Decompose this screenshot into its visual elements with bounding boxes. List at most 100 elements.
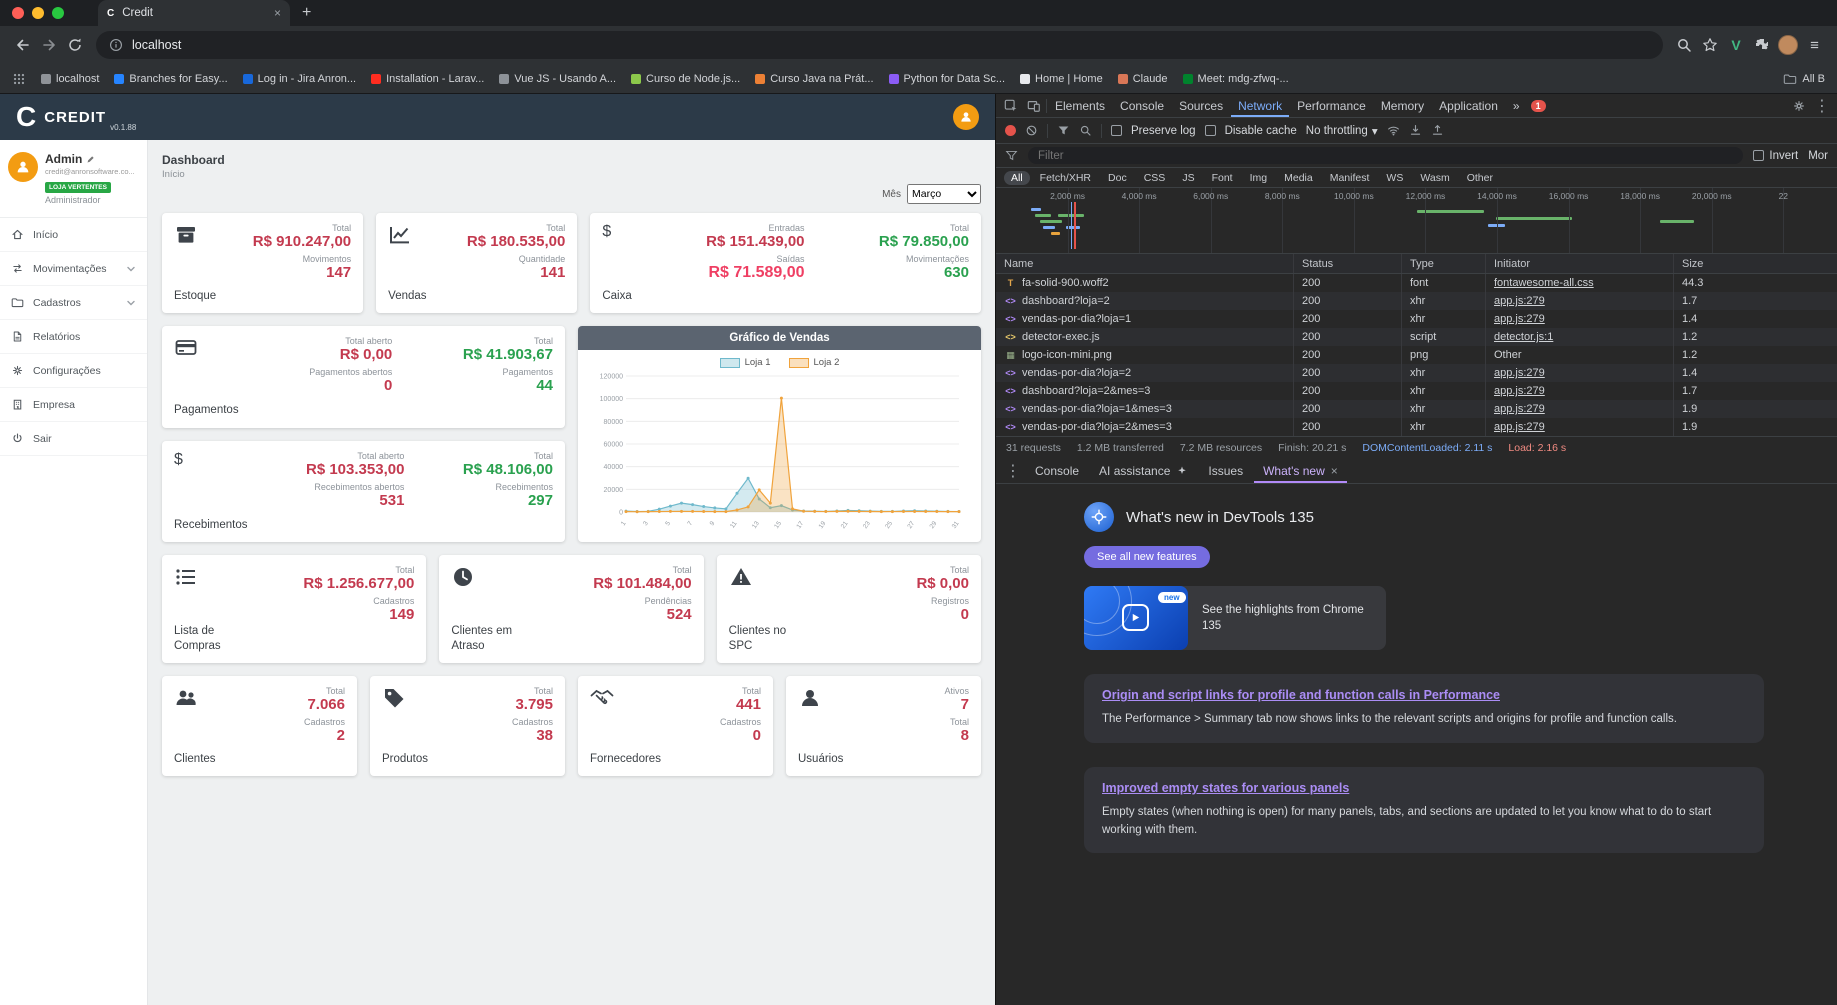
device-toolbar-icon[interactable] — [1023, 94, 1045, 117]
tab-application[interactable]: Application — [1432, 94, 1505, 117]
browser-tab[interactable]: C Credit × — [98, 0, 290, 26]
drawer-menu-icon[interactable]: ⋮ — [1002, 458, 1024, 483]
bookmark-star-icon[interactable] — [1697, 32, 1723, 58]
new-tab-button[interactable]: + — [302, 4, 311, 22]
request-row[interactable]: <> vendas-por-dia?loja=2&mes=3 200 xhr ap… — [996, 418, 1837, 436]
filter-chip-ws[interactable]: WS — [1379, 171, 1410, 185]
drawer-tab-whats-new[interactable]: What's new × — [1254, 458, 1347, 483]
filter-chip-css[interactable]: CSS — [1137, 171, 1173, 185]
column-header-status[interactable]: Status — [1294, 254, 1402, 273]
tab-console[interactable]: Console — [1113, 94, 1171, 117]
request-row[interactable]: <> detector-exec.js 200 script detector.j… — [996, 328, 1837, 346]
request-row[interactable]: <> dashboard?loja=2 200 xhr app.js:279 1.… — [996, 292, 1837, 310]
issues-count-badge[interactable]: 1 — [1530, 99, 1546, 112]
drawer-tab-ai-assistance[interactable]: AI assistance — [1090, 458, 1197, 483]
bookmark-item[interactable]: Branches for Easy... — [114, 73, 228, 85]
sidebar-item-relatorios[interactable]: Relatórios — [0, 320, 147, 354]
initiator-link[interactable]: app.js:279 — [1494, 295, 1545, 307]
export-har-icon[interactable] — [1431, 124, 1444, 137]
throttling-dropdown[interactable]: No throttling ▾ — [1306, 124, 1378, 138]
disable-cache-checkbox[interactable] — [1204, 125, 1216, 136]
highlights-card[interactable]: new See the highlights from Chrome 135 — [1084, 586, 1386, 650]
tab-memory[interactable]: Memory — [1374, 94, 1431, 117]
browser-menu-icon[interactable]: ≡ — [1801, 32, 1827, 58]
apps-grid-icon[interactable] — [12, 72, 26, 86]
legend-item[interactable]: Loja 1 — [719, 357, 771, 368]
column-header-initiator[interactable]: Initiator — [1486, 254, 1674, 273]
tab-sources[interactable]: Sources — [1172, 94, 1230, 117]
initiator-link[interactable]: app.js:279 — [1494, 313, 1545, 325]
filter-funnel-icon[interactable] — [1057, 124, 1070, 137]
bookmark-item[interactable]: Meet: mdg-zfwq-... — [1182, 73, 1289, 85]
edit-pencil-icon[interactable] — [86, 155, 95, 164]
request-row[interactable]: <> vendas-por-dia?loja=1 200 xhr app.js:2… — [996, 310, 1837, 328]
initiator-link[interactable]: fontawesome-all.css — [1494, 277, 1594, 289]
filter-chip-wasm[interactable]: Wasm — [1413, 171, 1456, 185]
column-header-type[interactable]: Type — [1402, 254, 1486, 273]
invert-checkbox[interactable] — [1753, 150, 1765, 161]
site-info-icon[interactable] — [109, 38, 123, 52]
search-network-icon[interactable] — [1079, 124, 1092, 137]
column-header-size[interactable]: Size — [1674, 254, 1837, 273]
see-all-features-button[interactable]: See all new features — [1084, 546, 1210, 568]
preserve-log-checkbox[interactable] — [1111, 125, 1122, 136]
drawer-tab-issues[interactable]: Issues — [1199, 458, 1252, 483]
more-panels-icon[interactable]: » — [1506, 94, 1527, 117]
profile-avatar[interactable] — [1775, 32, 1801, 58]
vue-devtools-extension-icon[interactable]: V — [1723, 32, 1749, 58]
inspect-element-icon[interactable] — [1000, 94, 1022, 117]
filter-chip-media[interactable]: Media — [1277, 171, 1320, 185]
initiator-link[interactable]: app.js:279 — [1494, 385, 1545, 397]
column-header-name[interactable]: Name — [996, 254, 1294, 273]
header-user-avatar[interactable] — [953, 104, 979, 130]
legend-item[interactable]: Loja 2 — [788, 357, 839, 368]
month-select[interactable]: Março — [907, 184, 981, 204]
filter-chip-font[interactable]: Font — [1205, 171, 1240, 185]
filter-chip-js[interactable]: JS — [1175, 171, 1201, 185]
close-window-button[interactable] — [12, 7, 24, 19]
bookmark-item[interactable]: Installation - Larav... — [371, 73, 484, 85]
record-network-log-button[interactable] — [1005, 125, 1016, 136]
filter-chip-img[interactable]: Img — [1243, 171, 1275, 185]
filter-chip-all[interactable]: All — [1004, 170, 1030, 185]
initiator-link[interactable]: app.js:279 — [1494, 421, 1545, 433]
request-row[interactable]: <> dashboard?loja=2&mes=3 200 xhr app.js:… — [996, 382, 1837, 400]
extensions-puzzle-icon[interactable] — [1749, 32, 1775, 58]
bookmark-item[interactable]: Python for Data Sc... — [888, 73, 1005, 85]
request-row[interactable]: <> vendas-por-dia?loja=1&mes=3 200 xhr ap… — [996, 400, 1837, 418]
filter-chip-fetch-xhr[interactable]: Fetch/XHR — [1033, 171, 1098, 185]
sidebar-item-configuracoes[interactable]: Configurações — [0, 354, 147, 388]
tab-network[interactable]: Network — [1231, 94, 1289, 117]
sidebar-item-inicio[interactable]: Início — [0, 218, 147, 252]
filter-chip-other[interactable]: Other — [1460, 171, 1500, 185]
reload-button[interactable] — [62, 32, 88, 58]
bookmark-item[interactable]: Log in - Jira Anron... — [242, 73, 356, 85]
bookmark-item[interactable]: Curso de Node.js... — [631, 73, 740, 85]
sidebar-item-movimentacoes[interactable]: Movimentações — [0, 252, 147, 286]
sidebar-item-empresa[interactable]: Empresa — [0, 388, 147, 422]
tab-performance[interactable]: Performance — [1290, 94, 1373, 117]
bookmark-item[interactable]: Vue JS - Usando A... — [499, 73, 616, 85]
initiator-link[interactable]: app.js:279 — [1494, 367, 1545, 379]
initiator-link[interactable]: detector.js:1 — [1494, 331, 1553, 343]
all-bookmarks-button[interactable]: All B — [1783, 72, 1825, 86]
sidebar-item-cadastros[interactable]: Cadastros — [0, 286, 147, 320]
network-conditions-icon[interactable] — [1387, 124, 1400, 137]
drawer-tab-console[interactable]: Console — [1026, 458, 1088, 483]
initiator-link[interactable]: app.js:279 — [1494, 403, 1545, 415]
forward-button[interactable] — [36, 32, 62, 58]
section-heading-link[interactable]: Origin and script links for profile and … — [1102, 688, 1746, 702]
tab-close-icon[interactable]: × — [274, 6, 281, 20]
invert-filter[interactable]: Invert — [1753, 150, 1798, 162]
section-heading-link[interactable]: Improved empty states for various panels — [1102, 781, 1746, 795]
play-icon[interactable] — [1122, 604, 1149, 631]
back-button[interactable] — [10, 32, 36, 58]
request-row[interactable]: ▦ logo-icon-mini.png 200 png Other 1.2 — [996, 346, 1837, 364]
import-har-icon[interactable] — [1409, 124, 1422, 137]
close-drawer-tab-icon[interactable]: × — [1331, 464, 1338, 478]
bookmark-item[interactable]: Home | Home — [1020, 73, 1103, 85]
minimize-window-button[interactable] — [32, 7, 44, 19]
request-row[interactable]: <> vendas-por-dia?loja=2 200 xhr app.js:2… — [996, 364, 1837, 382]
request-row[interactable]: Tfa-solid-900.woff2 200 font fontawesome… — [996, 274, 1837, 292]
sidebar-item-sair[interactable]: Sair — [0, 422, 147, 456]
